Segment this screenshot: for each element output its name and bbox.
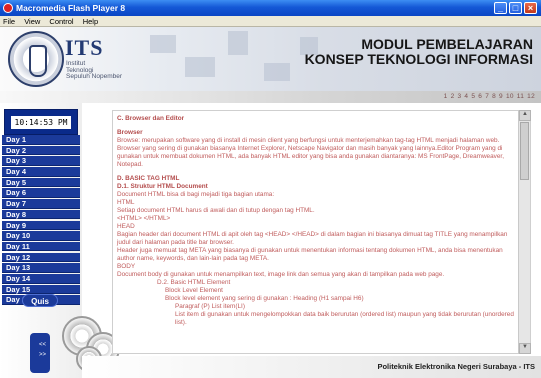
content-line: Document body di gunakan untuk menampilk… <box>117 271 445 278</box>
lesson-content-panel[interactable]: C. Browser dan Editor Browser Browse: me… <box>112 110 531 354</box>
page-number-link[interactable]: 9 <box>499 93 503 100</box>
menu-view[interactable]: View <box>24 17 40 26</box>
banner-decor-block <box>228 31 248 55</box>
day-nav-item[interactable]: Day 15 <box>2 284 80 295</box>
next-page-icon[interactable]: >> <box>39 352 46 358</box>
section-heading: C. Browser dan Editor <box>117 115 185 122</box>
content-lines: Document HTML bisa di bagi mejadi tiga b… <box>117 191 515 279</box>
banner-decor-block <box>264 63 290 81</box>
scroll-up-arrow-icon[interactable]: ▲ <box>519 110 531 121</box>
content-line: Bagian header dari document HTML di apit… <box>117 231 508 246</box>
maximize-button[interactable]: □ <box>509 2 522 14</box>
footer-bar: Politeknik Elektronika Negeri Surabaya -… <box>82 356 541 378</box>
menu-bar: File View Control Help <box>0 16 541 27</box>
day-nav-item[interactable]: Day 12 <box>2 252 80 263</box>
section-heading: D. BASIC TAG HTML <box>117 175 180 182</box>
flash-app-icon <box>3 3 13 13</box>
menu-control[interactable]: Control <box>49 17 73 26</box>
page-number-link[interactable]: 6 <box>478 93 482 100</box>
day-nav-item[interactable]: Day 5 <box>2 177 80 188</box>
module-title: MODUL PEMBELAJARAN <box>361 36 533 52</box>
previous-page-icon[interactable]: << <box>39 342 46 348</box>
page-number-link[interactable]: 4 <box>464 93 468 100</box>
page-number-list: 1 2 3 4 5 6 7 8 9 10 11 12 <box>441 93 535 100</box>
scroll-thumb[interactable] <box>520 122 529 180</box>
logo-sub-line: Sepuluh Nopember <box>66 73 123 80</box>
page-number-link[interactable]: 7 <box>485 93 489 100</box>
menu-help[interactable]: Help <box>83 17 98 26</box>
page-number-link[interactable]: 2 <box>451 93 455 100</box>
page-number-link[interactable]: 11 <box>517 93 524 100</box>
list-heading: Block Level Element <box>165 287 223 294</box>
content-line: Document HTML bisa di bagi mejadi tiga b… <box>117 191 275 198</box>
page-number-link[interactable]: 12 <box>527 93 535 100</box>
its-logo-subtitle: Institut Teknologi Sepuluh Nopember <box>66 60 136 81</box>
day-nav-item[interactable]: Day 6 <box>2 188 80 199</box>
day-nav-item[interactable]: Day 4 <box>2 167 80 177</box>
window-title-bar[interactable]: Macromedia Flash Player 8 _ □ × <box>0 0 541 16</box>
footer-credit: Politeknik Elektronika Negeri Surabaya -… <box>377 362 535 371</box>
content-line: HEAD <box>117 223 135 230</box>
content-line: Setiap document HTML harus di awali dan … <box>117 207 315 214</box>
day-nav-item[interactable]: Day 9 <box>2 220 80 231</box>
module-header-banner: ITS Institut Teknologi Sepuluh Nopember … <box>0 27 541 91</box>
day-nav-item[interactable]: Day 14 <box>2 273 80 284</box>
day-list: Day 1 Day 2 Day 3 Day 4 Day 5 Day 6 Day 7 Day 8… <box>2 135 80 306</box>
page-number-link[interactable]: 8 <box>492 93 496 100</box>
its-logo-text: ITS <box>65 35 104 60</box>
module-subtitle: KONSEP TEKNOLOGI INFORMASI <box>304 51 533 67</box>
content-line: <HTML> </HTML> <box>117 215 171 222</box>
menu-file[interactable]: File <box>3 17 15 26</box>
content-scrollbar[interactable]: ▲ ▼ <box>518 110 531 354</box>
page-number-link[interactable]: 1 <box>444 93 448 100</box>
close-button[interactable]: × <box>524 2 537 14</box>
content-line: HTML <box>117 199 135 206</box>
day-nav-item[interactable]: Day 3 <box>2 156 80 166</box>
subsection-heading: D.1. Struktur HTML Document <box>117 183 208 190</box>
day-nav-item[interactable]: Day 8 <box>2 209 80 220</box>
day-nav-item[interactable]: Day 13 <box>2 263 80 273</box>
paragraph: Browse: merupakan software yang di insta… <box>117 137 504 168</box>
its-seal-logo <box>8 31 64 87</box>
paragraph: List item di gunakan untuk mengelompokka… <box>175 311 514 326</box>
page-number-link[interactable]: 10 <box>506 93 514 100</box>
page-number-link[interactable]: 5 <box>471 93 475 100</box>
lesson-text: C. Browser dan Editor Browser Browse: me… <box>117 115 515 327</box>
day-nav-item[interactable]: Day 7 <box>2 199 80 209</box>
minimize-button[interactable]: _ <box>494 2 507 14</box>
day-nav-item[interactable]: Day 1 <box>2 135 80 145</box>
banner-decor-block <box>185 57 215 77</box>
subsection-heading: Browser <box>117 129 143 136</box>
window-title: Macromedia Flash Player 8 <box>16 3 126 13</box>
paragraph: Paragraf (P) List item(LI) <box>175 303 245 310</box>
clock-display: 10:14:53 PM <box>11 116 71 129</box>
banner-decor-block <box>150 35 176 53</box>
clock-frame: 10:14:53 PM <box>4 109 78 135</box>
content-line: Header juga memuat tag META yang biasany… <box>117 247 503 262</box>
day-nav-item[interactable]: Day 2 <box>2 145 80 156</box>
quis-button[interactable]: Quis <box>22 294 58 307</box>
content-line: BODY <box>117 263 136 270</box>
day-nav-item[interactable]: Day 11 <box>2 241 80 252</box>
subsection-heading: D.2. Basic HTML Element <box>157 279 231 286</box>
page-number-link[interactable]: 3 <box>458 93 462 100</box>
scroll-down-arrow-icon[interactable]: ▼ <box>519 343 531 354</box>
page-number-strip: 1 2 3 4 5 6 7 8 9 10 11 12 <box>0 91 541 103</box>
paragraph: Block level element yang sering di gunak… <box>165 295 364 302</box>
day-nav-item[interactable]: Day 10 <box>2 231 80 241</box>
